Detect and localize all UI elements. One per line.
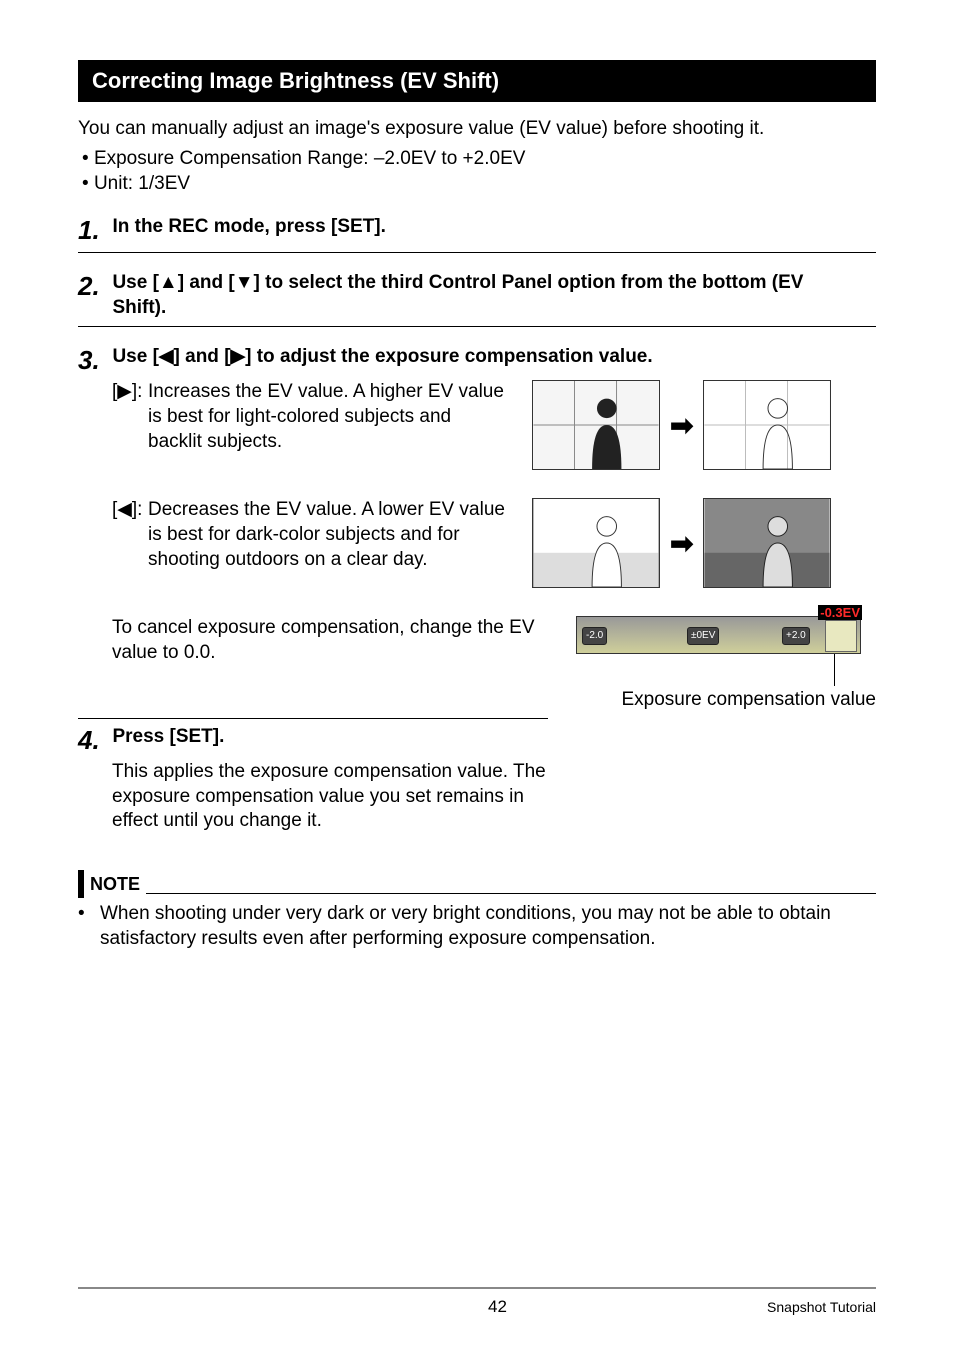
divider bbox=[78, 252, 876, 253]
right-arrow-label: [▶]: bbox=[112, 380, 148, 405]
footer-section-label: Snapshot Tutorial bbox=[767, 1299, 876, 1315]
intro-bullet: Exposure Compensation Range: –2.0EV to +… bbox=[82, 146, 876, 172]
arrow-right-icon: ➡ bbox=[670, 527, 693, 560]
step-number: 3. bbox=[78, 345, 108, 376]
ev-cancel-text: To cancel exposure compensation, change … bbox=[112, 616, 558, 665]
step-4: 4. Press [SET]. bbox=[78, 725, 558, 756]
divider bbox=[78, 326, 876, 327]
section-heading: Correcting Image Brightness (EV Shift) bbox=[78, 60, 876, 102]
ev-mid-label: ±0EV bbox=[687, 627, 719, 645]
page-footer: 42 Snapshot Tutorial bbox=[78, 1287, 876, 1317]
step-heading: Use [▲] and [▼] to select the third Cont… bbox=[112, 271, 862, 320]
note-divider bbox=[146, 893, 876, 894]
arrow-right-icon: ➡ bbox=[670, 409, 693, 442]
intro-bullet: Unit: 1/3EV bbox=[82, 171, 876, 197]
ev-min-label: -2.0 bbox=[582, 627, 607, 645]
ev-max-label: +2.0 bbox=[782, 627, 810, 645]
note-title: NOTE bbox=[90, 874, 140, 895]
ev-thumbnail-icon bbox=[825, 620, 857, 652]
step-heading: Press [SET]. bbox=[112, 725, 542, 750]
illustration-outdoor-before bbox=[532, 498, 660, 588]
note-text: When shooting under very dark or very br… bbox=[100, 902, 876, 951]
left-arrow-label: [◀]: bbox=[112, 498, 148, 523]
illustration-backlit-after bbox=[703, 380, 831, 470]
intro-text: You can manually adjust an image's expos… bbox=[78, 116, 876, 142]
note-bar-icon bbox=[78, 870, 84, 898]
callout-pointer bbox=[834, 654, 835, 686]
ev-increase-desc: Increases the EV value. A higher EV valu… bbox=[148, 380, 508, 454]
step-4-body: This applies the exposure compensation v… bbox=[112, 760, 558, 834]
step-2: 2. Use [▲] and [▼] to select the third C… bbox=[78, 271, 876, 327]
ev-decrease-desc: Decreases the EV value. A lower EV value… bbox=[148, 498, 508, 572]
step-number: 4. bbox=[78, 725, 108, 756]
step-heading: In the REC mode, press [SET]. bbox=[112, 215, 862, 240]
ev-compensation-bar: -0.3EV -2.0 ±0EV +2.0 bbox=[576, 616, 861, 654]
illustration-outdoor-after bbox=[703, 498, 831, 588]
ev-increase-row: [▶]:Increases the EV value. A higher EV … bbox=[112, 380, 876, 470]
step-1: 1. In the REC mode, press [SET]. bbox=[78, 215, 876, 253]
ev-decrease-row: [◀]:Decreases the EV value. A lower EV v… bbox=[112, 498, 876, 588]
ev-value-callout: -0.3EV bbox=[818, 605, 862, 620]
illustration-backlit-before bbox=[532, 380, 660, 470]
step-number: 2. bbox=[78, 271, 108, 302]
bullet-icon: • bbox=[78, 902, 100, 951]
page-number: 42 bbox=[228, 1297, 767, 1317]
step-number: 1. bbox=[78, 215, 108, 246]
step-3: 3. Use [◀] and [▶] to adjust the exposur… bbox=[78, 345, 876, 376]
step-heading: Use [◀] and [▶] to adjust the exposure c… bbox=[112, 345, 862, 370]
ev-caption: Exposure compensation value bbox=[576, 688, 876, 712]
note-block: NOTE • When shooting under very dark or … bbox=[78, 870, 876, 951]
footer-divider bbox=[78, 1287, 876, 1289]
